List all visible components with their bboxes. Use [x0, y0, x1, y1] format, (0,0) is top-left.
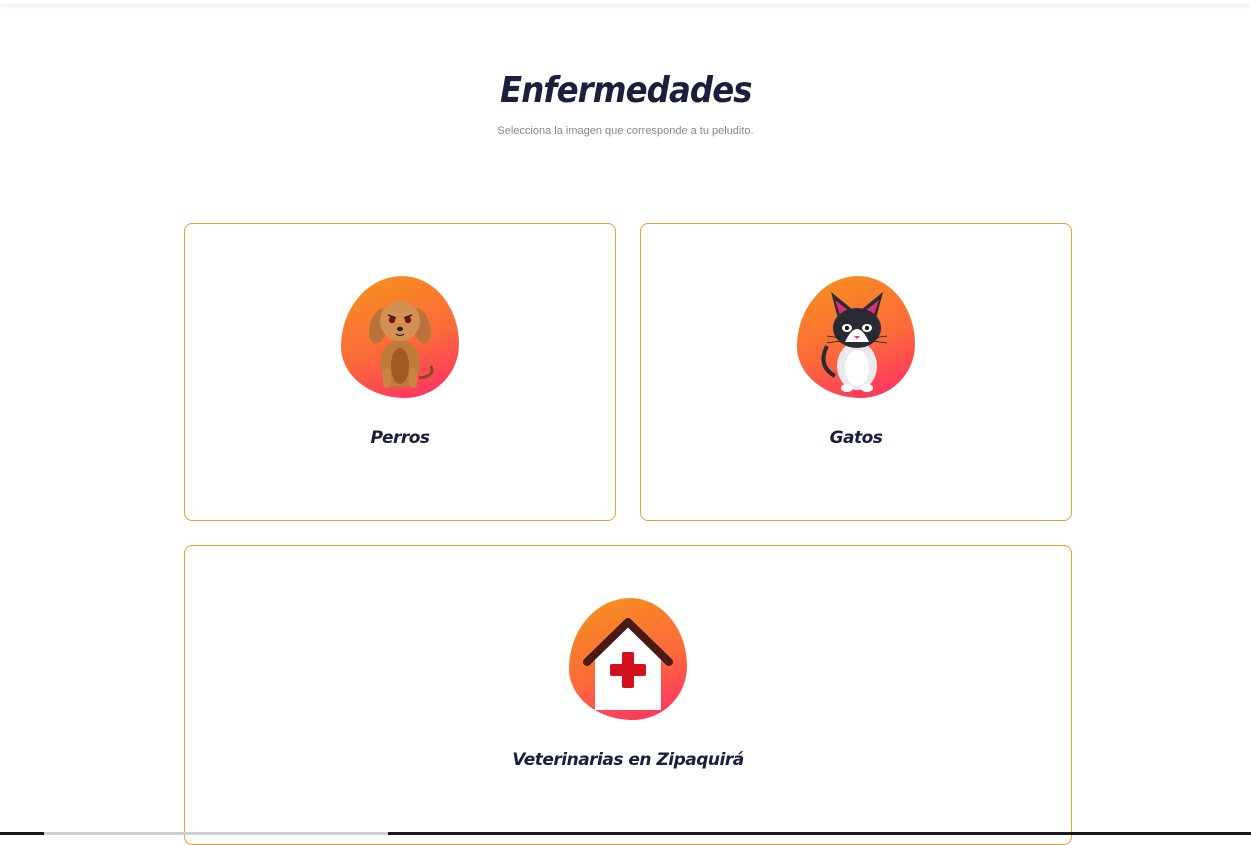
- card-vets[interactable]: Veterinarias en Zipaquirá: [184, 545, 1072, 845]
- cat-icon: [797, 276, 915, 398]
- card-label-dogs: Perros: [370, 428, 430, 448]
- page-subtitle: Selecciona la imagen que corresponde a t…: [497, 125, 754, 137]
- card-label-cats: Gatos: [829, 428, 883, 448]
- page-header: Enfermedades Selecciona la imagen que co…: [0, 70, 1251, 137]
- card-cats[interactable]: Gatos: [640, 223, 1072, 521]
- vet-clinic-icon: [569, 598, 687, 720]
- dog-icon: [341, 276, 459, 398]
- card-dogs[interactable]: Perros: [184, 223, 616, 521]
- page-title: Enfermedades: [499, 70, 753, 111]
- top-bar: [0, 0, 1251, 4]
- card-label-vets: Veterinarias en Zipaquirá: [512, 750, 744, 770]
